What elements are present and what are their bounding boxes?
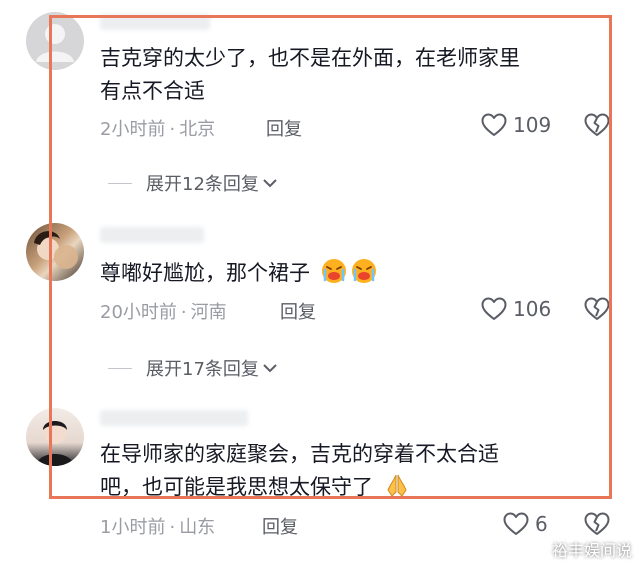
comment-text-line-2: 吧，也可能是我思想太保守了 [100,471,410,504]
comment-time: 1小时前 [100,517,166,538]
comment-time: 20小时前 [100,302,177,323]
like-count: 6 [535,512,548,536]
heart-outline-icon [481,297,507,320]
meta-separator: · [180,302,187,323]
broken-heart-icon [584,113,610,136]
username-blurred[interactable] [100,410,248,426]
chevron-down-icon [263,364,277,373]
user-photo-avatar [36,421,74,466]
comment-location: 北京 [179,119,216,140]
praying-hands-emoji [387,474,407,497]
reply-button[interactable]: 回复 [280,298,316,324]
expand-divider [108,182,132,184]
comment-meta: 2小时前 · 北京 [100,115,215,141]
avatar-comment-2[interactable] [26,223,84,281]
dislike-button[interactable] [584,297,610,325]
expand-replies-label: 展开17条回复 [146,359,259,380]
username-blurred[interactable] [100,14,210,30]
comment-time: 2小时前 [100,119,166,140]
comment-text-line-1: 在导师家的家庭聚会，吉克的穿着不太合适 [100,442,499,466]
like-button[interactable]: 6 [503,512,548,536]
comment-text-line-1: 吉克穿的太少了，也不是在外面，在老师家里 [100,46,520,70]
comment-text-line-2: 有点不合适 [100,79,205,103]
heart-outline-icon [503,512,529,535]
meta-separator: · [169,119,176,140]
avatar-comment-3[interactable] [26,408,84,466]
comment-text-line-1: 尊嘟好尴尬，那个裙子 [100,257,377,290]
user-photo-avatar [34,231,78,269]
broken-heart-icon [584,512,610,535]
expand-replies-label: 展开12条回复 [146,174,259,195]
expand-replies[interactable]: 展开12条回复 [108,170,278,196]
comment-text: 吧，也可能是我思想太保守了 [100,475,373,499]
dislike-button[interactable] [584,113,610,141]
expand-divider [108,367,132,369]
comment-meta: 20小时前 · 河南 [100,298,227,324]
like-count: 106 [513,297,552,321]
reply-button[interactable]: 回复 [266,115,302,141]
default-avatar-icon [36,24,74,62]
watermark: 裕丰娱间说 [551,541,632,560]
reply-button[interactable]: 回复 [262,513,298,539]
meta-separator: · [169,517,176,538]
comment-location: 河南 [190,302,227,323]
username-blurred[interactable] [100,227,204,243]
comment-text: 尊嘟好尴尬，那个裙子 [100,261,310,285]
broken-heart-icon [584,297,610,320]
like-button[interactable]: 109 [481,113,551,137]
expand-replies[interactable]: 展开17条回复 [108,355,278,381]
like-count: 109 [513,113,552,137]
chevron-down-icon [263,179,277,188]
dislike-button[interactable] [584,512,610,540]
comment-meta: 1小时前 · 山东 [100,513,215,539]
crying-face-emoji [321,259,346,283]
like-button[interactable]: 106 [481,297,551,321]
crying-face-emoji [351,259,376,283]
avatar-comment-1[interactable] [26,12,84,70]
comment-location: 山东 [179,517,216,538]
heart-outline-icon [481,113,507,136]
